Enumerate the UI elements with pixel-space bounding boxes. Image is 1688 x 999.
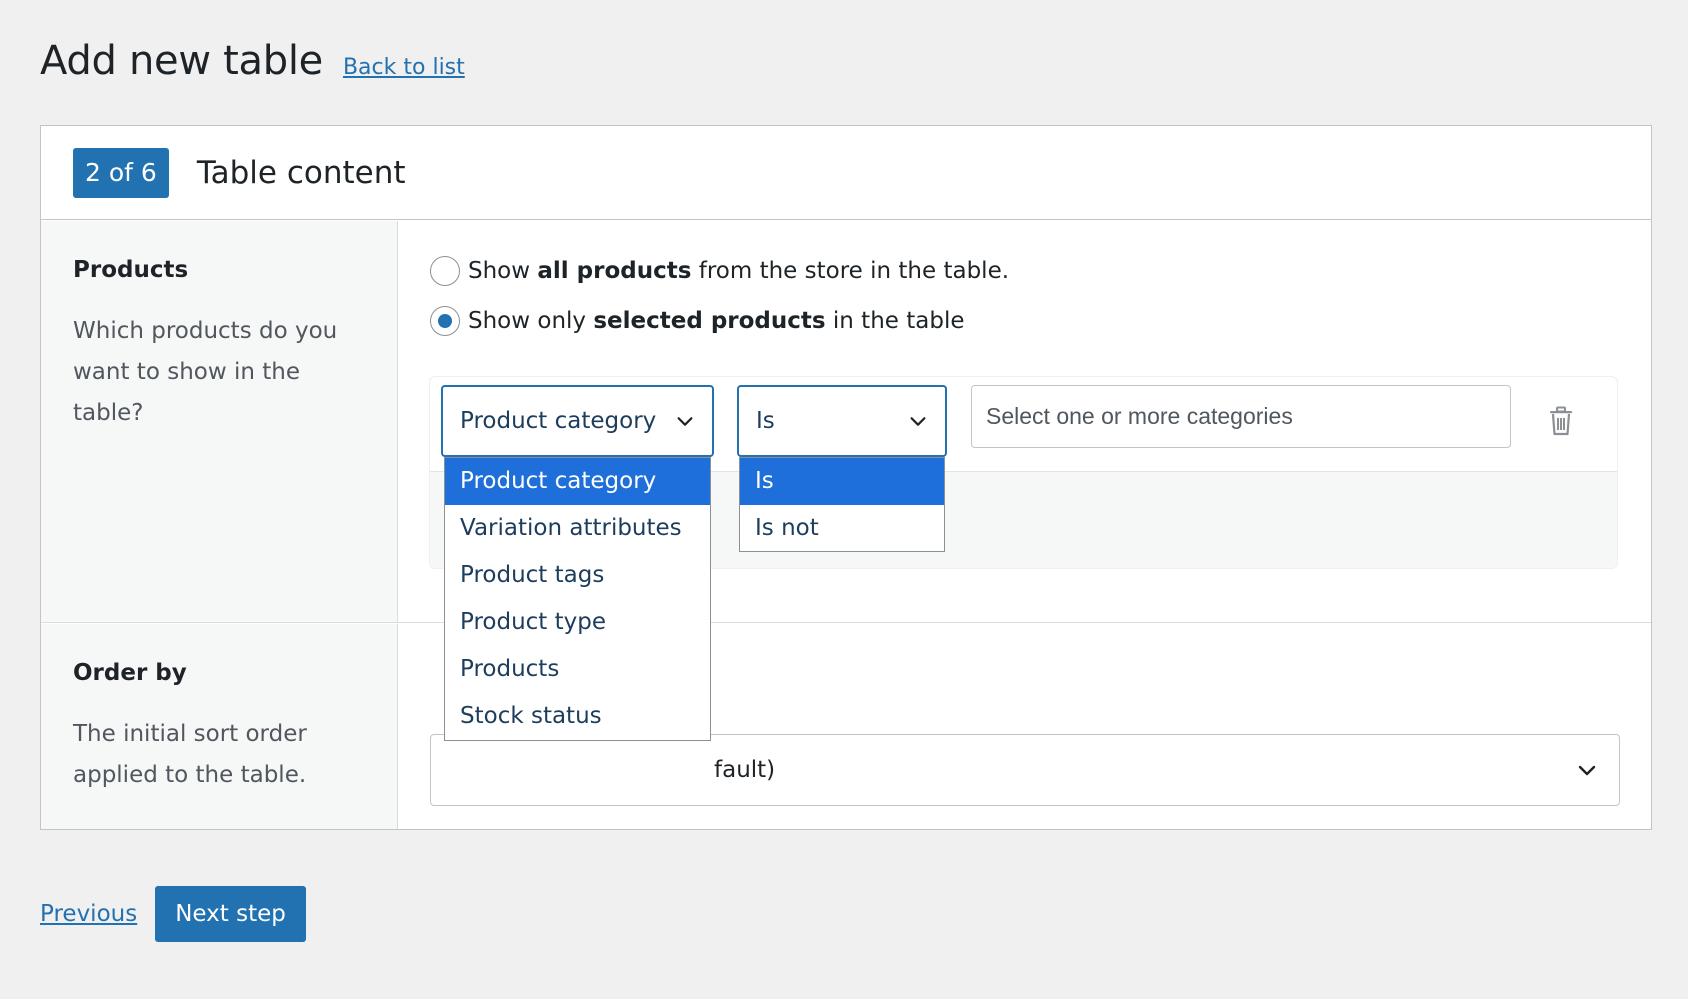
page-header: Add new table Back to list (40, 38, 465, 84)
order-by-value: fault) (714, 757, 776, 783)
footer-nav: Previous Next step (40, 886, 306, 942)
panel-title: Table content (196, 154, 406, 191)
order-description: The initial sort order applied to the ta… (73, 721, 307, 788)
condition-field-value: Product category (460, 408, 657, 434)
order-by-select[interactable]: fault) (430, 734, 1620, 806)
field-option-stock-status[interactable]: Stock status (445, 693, 710, 740)
radio-selected-bold: selected products (593, 308, 826, 334)
operator-option-is-not[interactable]: Is not (740, 505, 944, 552)
panel-header: 2 of 6 Table content (41, 126, 1651, 220)
categories-input[interactable] (971, 385, 1511, 448)
trash-icon[interactable] (1548, 406, 1574, 436)
page-title: Add new table (40, 38, 323, 84)
field-option-product-category[interactable]: Product category (445, 458, 710, 505)
products-row: Products Which products do you want to s… (41, 221, 1651, 623)
radio-selected-prefix: Show only (468, 308, 594, 334)
products-heading: Products (73, 257, 189, 283)
radio-selected-products[interactable]: Show only selected products in the table (430, 306, 965, 336)
radio-all-prefix: Show (468, 258, 538, 284)
back-to-list-link[interactable]: Back to list (343, 55, 465, 80)
field-dropdown-menu: Product category Variation attributes Pr… (444, 457, 711, 741)
field-option-products[interactable]: Products (445, 646, 710, 693)
condition-field-select[interactable]: Product category (441, 385, 714, 457)
products-label-cell: Products Which products do you want to s… (41, 221, 398, 622)
step-badge: 2 of 6 (73, 147, 169, 198)
field-option-product-type[interactable]: Product type (445, 599, 710, 646)
radio-all-products-circle[interactable] (430, 256, 460, 286)
operator-option-is[interactable]: Is (740, 458, 944, 505)
order-heading: Order by (73, 660, 187, 686)
radio-all-bold: all products (537, 258, 692, 284)
operator-dropdown-menu: Is Is not (739, 457, 945, 552)
chevron-down-icon (910, 417, 926, 426)
radio-selected-suffix: in the table (825, 308, 965, 334)
field-option-product-tags[interactable]: Product tags (445, 552, 710, 599)
radio-selected-products-circle[interactable] (430, 306, 460, 336)
radio-all-products[interactable]: Show all products from the store in the … (430, 256, 1009, 286)
next-step-button[interactable]: Next step (155, 886, 306, 942)
order-label-cell: Order by The initial sort order applied … (41, 624, 398, 829)
radio-all-suffix: from the store in the table. (691, 258, 1010, 284)
chevron-down-icon (1578, 765, 1596, 776)
field-option-variation-attributes[interactable]: Variation attributes (445, 505, 710, 552)
previous-link[interactable]: Previous (40, 901, 137, 927)
condition-operator-value: Is (756, 408, 775, 434)
chevron-down-icon (677, 417, 693, 426)
products-description: Which products do you want to show in th… (73, 318, 338, 426)
order-row: Order by The initial sort order applied … (41, 624, 1651, 829)
condition-operator-select[interactable]: Is (737, 385, 947, 457)
